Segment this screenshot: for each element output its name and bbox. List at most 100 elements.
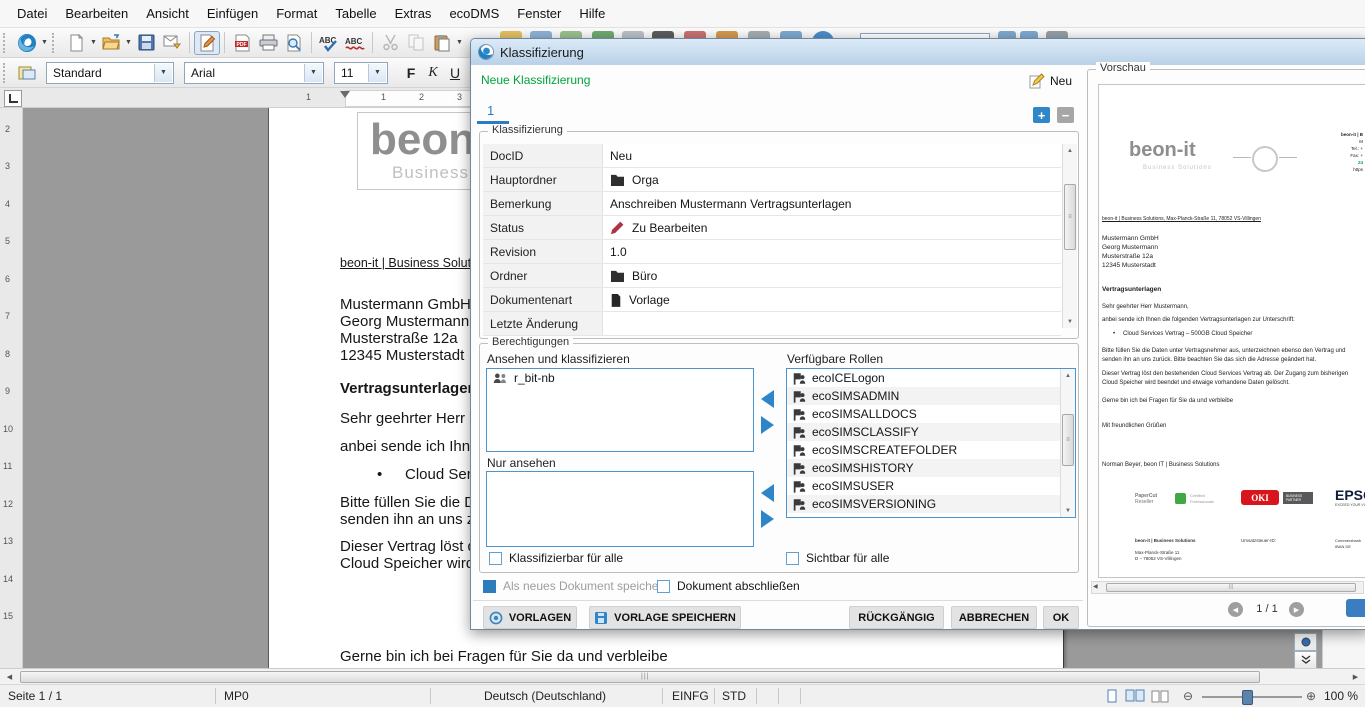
save-button[interactable] — [133, 31, 159, 55]
add-tab-button[interactable]: + — [1033, 107, 1050, 123]
ok-button[interactable]: OK — [1043, 606, 1079, 629]
move-left-classify-button[interactable] — [761, 390, 774, 408]
field-row-status[interactable]: Status Zu Bearbeiten — [483, 216, 1061, 240]
copy-button[interactable] — [403, 31, 429, 55]
open-button[interactable] — [98, 31, 124, 55]
scroll-up-icon[interactable]: ▲ — [1063, 144, 1077, 157]
menu-fenster[interactable]: Fenster — [508, 2, 570, 25]
toolbar-grip[interactable] — [3, 33, 10, 53]
roles-scrollbar[interactable]: ▲ ≡ ▼ — [1060, 369, 1075, 517]
field-row-dokumentenart[interactable]: Dokumentenart Vorlage — [483, 288, 1061, 312]
list-item-role[interactable]: ecoSIMSUSER — [787, 477, 1060, 495]
list-item-role[interactable]: ecoSIMSADMIN — [787, 387, 1060, 405]
menu-ansicht[interactable]: Ansicht — [137, 2, 198, 25]
autospellcheck-button[interactable]: ABC — [342, 31, 368, 55]
field-value[interactable]: Zu Bearbeiten — [603, 216, 1061, 239]
menu-einfuegen[interactable]: Einfügen — [198, 2, 267, 25]
cut-button[interactable] — [377, 31, 403, 55]
list-item-role[interactable]: ecoSIMSCREATEFOLDER — [787, 441, 1060, 459]
classification-scrollbar[interactable]: ▲ ≡ ▼ — [1062, 144, 1077, 328]
new-classification-button[interactable]: Neu — [1029, 70, 1083, 92]
templates-button[interactable]: VORLAGEN — [483, 606, 577, 629]
preview-tool-icon[interactable] — [1346, 599, 1365, 617]
list-item-role[interactable]: ecoICELogon — [787, 369, 1060, 387]
zoom-in-icon[interactable]: ⊕ — [1306, 689, 1316, 703]
chevron-down-icon[interactable]: ▼ — [304, 64, 322, 82]
field-value[interactable]: Neu — [603, 144, 1061, 167]
list-item-role[interactable]: ecoSIMSCLASSIFY — [787, 423, 1060, 441]
chevron-down-icon[interactable]: ▼ — [368, 64, 386, 82]
menu-ecodms[interactable]: ecoDMS — [440, 2, 508, 25]
next-page-button[interactable]: ▶ — [1289, 602, 1304, 617]
scrollbar-thumb[interactable]: ||| — [20, 671, 1260, 683]
toolbar-grip[interactable] — [3, 63, 10, 83]
undo-button[interactable]: RÜCKGÄNGIG — [849, 606, 944, 629]
preview-page[interactable]: beon-it Business Solutions beon-it | B M… — [1098, 84, 1365, 578]
scroll-down-icon[interactable]: ▼ — [1063, 315, 1077, 328]
field-row-ordner[interactable]: Ordner Büro — [483, 264, 1061, 288]
chevron-down-icon[interactable]: ▼ — [154, 64, 172, 82]
scroll-down-icon[interactable]: ▼ — [1061, 504, 1075, 517]
status-zoom-level[interactable]: 100 % — [1324, 689, 1358, 703]
view-book-button[interactable] — [1151, 689, 1169, 707]
status-page-style[interactable]: MP0 — [224, 689, 249, 703]
menu-tabelle[interactable]: Tabelle — [326, 2, 385, 25]
list-item-role[interactable]: ecoSIMSHISTORY — [787, 459, 1060, 477]
paste-dropdown[interactable]: ▼ — [455, 31, 464, 55]
menu-format[interactable]: Format — [267, 2, 326, 25]
status-language[interactable]: Deutsch (Deutschland) — [430, 689, 660, 703]
new-document-button[interactable] — [63, 31, 89, 55]
status-selection-mode[interactable]: STD — [722, 689, 746, 703]
list-item-role[interactable]: ecoSIMSVERSIONING — [787, 495, 1060, 513]
field-row-docid[interactable]: DocID Neu — [483, 144, 1061, 168]
move-right-view-button[interactable] — [761, 510, 774, 528]
field-value[interactable]: 1.0 — [603, 240, 1061, 263]
menu-datei[interactable]: Datei — [8, 2, 56, 25]
finalize-document-checkbox[interactable]: Dokument abschließen — [657, 579, 800, 593]
print-button[interactable] — [255, 31, 281, 55]
scrollbar-thumb[interactable]: ≡ — [1062, 414, 1074, 466]
paragraph-style-combo[interactable]: Standard ▼ — [46, 62, 174, 84]
zoom-out-icon[interactable]: ⊖ — [1183, 689, 1193, 703]
underline-button[interactable]: U — [444, 62, 466, 84]
email-button[interactable] — [159, 31, 185, 55]
field-value[interactable]: Vorlage — [603, 288, 1061, 311]
view-only-list[interactable] — [486, 471, 754, 547]
classifiable-for-all-checkbox[interactable]: Klassifizierbar für alle — [489, 551, 623, 565]
dialog-titlebar[interactable]: Klassifizierung — [471, 39, 1365, 65]
status-insert-mode[interactable]: EINFG — [672, 689, 709, 703]
save-template-button[interactable]: VORLAGE SPEICHERN — [589, 606, 741, 629]
field-value[interactable] — [603, 312, 1061, 335]
ecodms-button[interactable] — [14, 31, 40, 55]
scroll-left-icon[interactable]: ◀ — [1093, 583, 1098, 590]
list-item-role[interactable]: ecoSIMSALLDOCS — [787, 405, 1060, 423]
horizontal-scrollbar[interactable]: ◀ ||| ▶ — [0, 668, 1365, 684]
open-dropdown[interactable]: ▼ — [124, 31, 133, 55]
field-row-letzte-aenderung[interactable]: Letzte Änderung — [483, 312, 1061, 336]
indent-marker-icon[interactable] — [340, 91, 350, 103]
menu-extras[interactable]: Extras — [386, 2, 441, 25]
field-row-hauptordner[interactable]: Hauptordner Orga — [483, 168, 1061, 192]
new-document-dropdown[interactable]: ▼ — [89, 31, 98, 55]
navigation-target-button[interactable] — [1294, 633, 1317, 651]
page-preview-button[interactable] — [281, 31, 307, 55]
classify-list[interactable]: r_bit-nb — [486, 368, 754, 452]
scroll-right-icon[interactable]: ▶ — [1348, 671, 1363, 683]
field-row-revision[interactable]: Revision 1.0 — [483, 240, 1061, 264]
scrollbar-thumb[interactable]: ≡ — [1064, 184, 1076, 250]
zoom-slider-thumb[interactable] — [1242, 690, 1253, 705]
status-page[interactable]: Seite 1 / 1 — [8, 689, 62, 703]
toolbar-grip[interactable] — [52, 33, 59, 53]
scroll-left-icon[interactable]: ◀ — [2, 671, 17, 683]
styles-button[interactable] — [14, 61, 40, 85]
field-value[interactable]: Anschreiben Mustermann Vertragsunterlage… — [603, 192, 1061, 215]
edit-mode-button[interactable] — [194, 31, 220, 55]
tabstop-selector[interactable] — [4, 90, 22, 107]
spellcheck-button[interactable]: ABC — [316, 31, 342, 55]
field-row-bemerkung[interactable]: Bemerkung Anschreiben Mustermann Vertrag… — [483, 192, 1061, 216]
field-value[interactable]: Büro — [603, 264, 1061, 287]
scrollbar-thumb[interactable]: ||| — [1106, 583, 1356, 592]
preview-scrollbar[interactable]: ◀ ||| — [1091, 581, 1364, 594]
scroll-up-icon[interactable]: ▲ — [1061, 369, 1075, 382]
field-value[interactable]: Orga — [603, 168, 1061, 191]
